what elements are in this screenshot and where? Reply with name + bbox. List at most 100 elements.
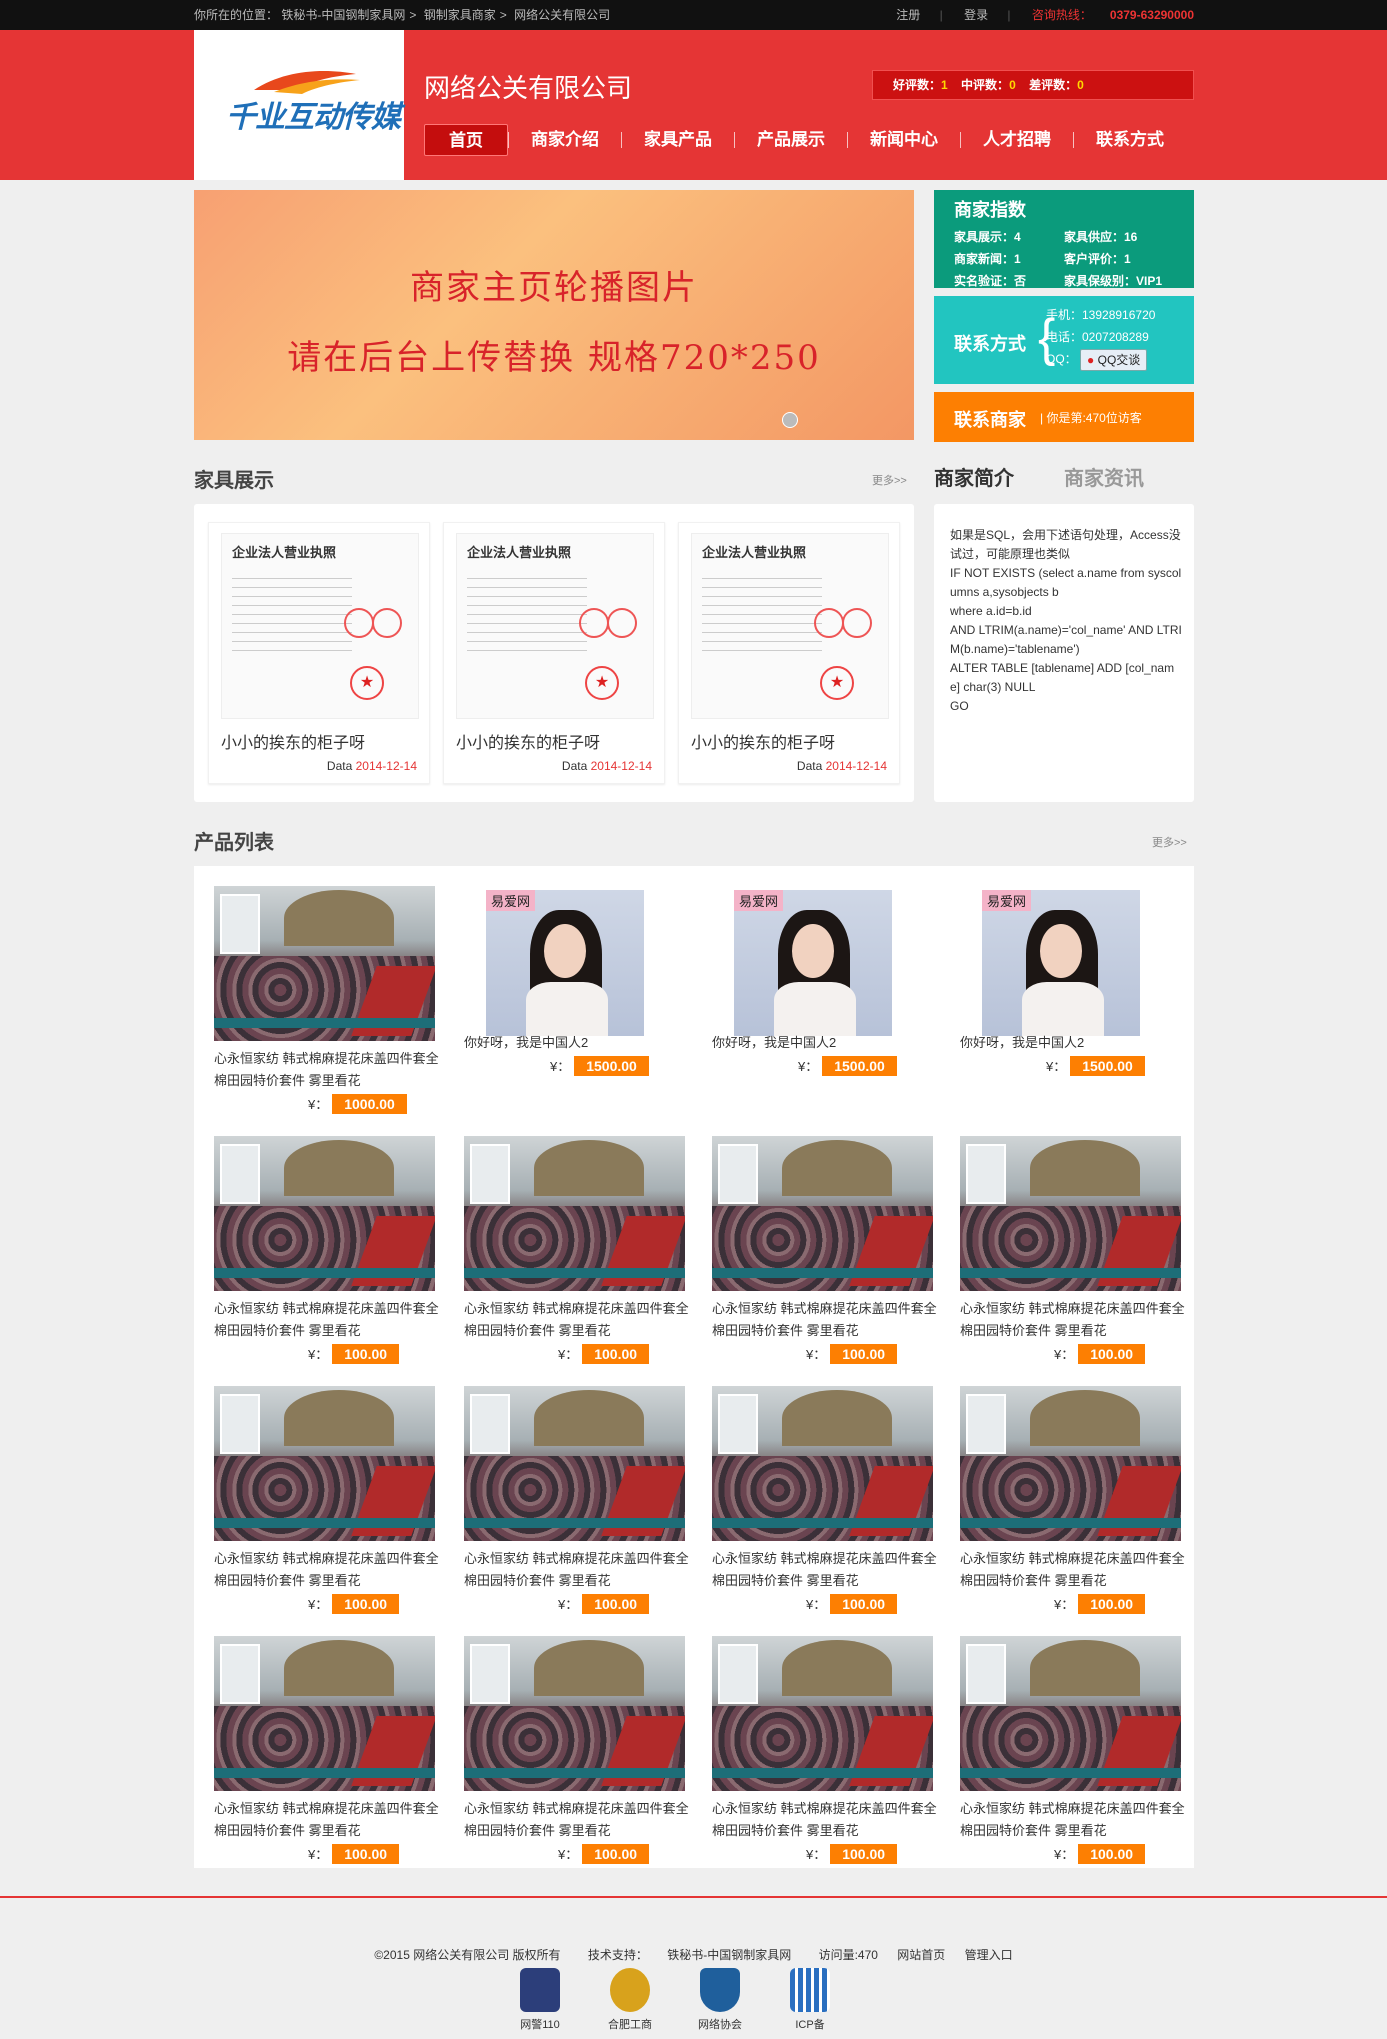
nav-jobs[interactable]: 人才招聘	[961, 124, 1073, 156]
mid-rating-label: 中评数：	[961, 78, 1010, 92]
tab-news[interactable]: 商家资讯	[1064, 462, 1144, 491]
register-link[interactable]: 注册	[896, 8, 920, 22]
product-card[interactable]: 心永恒家纺 韩式棉麻提花床盖四件套全棉田园特价套件 雾里看花 ¥： 100.00	[194, 1116, 439, 1364]
product-name[interactable]: 心永恒家纺 韩式棉麻提花床盖四件套全棉田园特价套件 雾里看花	[712, 1298, 948, 1342]
nav-home[interactable]: 首页	[424, 124, 508, 156]
product-name[interactable]: 你好呀，我是中国人2	[464, 1032, 700, 1054]
product-image[interactable]	[214, 1386, 435, 1541]
furniture-card[interactable]: 企业法人营业执照 ★ 小小的挨东的柜子呀 Data 2014-12-14	[678, 522, 900, 784]
login-link[interactable]: 登录	[964, 8, 988, 22]
product-name[interactable]: 心永恒家纺 韩式棉麻提花床盖四件套全棉田园特价套件 雾里看花	[960, 1548, 1196, 1592]
product-price: 100.00	[332, 1594, 400, 1614]
product-name[interactable]: 心永恒家纺 韩式棉麻提花床盖四件套全棉田园特价套件 雾里看花	[214, 1548, 450, 1592]
product-card[interactable]: 心永恒家纺 韩式棉麻提花床盖四件套全棉田园特价套件 雾里看花 ¥： 1000.00	[194, 866, 439, 1114]
license-image: 企业法人营业执照 ★	[221, 533, 419, 719]
product-image[interactable]: 易爱网	[982, 890, 1140, 1036]
furniture-date: 2014-12-14	[590, 759, 652, 773]
product-card[interactable]: 心永恒家纺 韩式棉麻提花床盖四件套全棉田园特价套件 雾里看花 ¥： 100.00	[194, 1366, 439, 1614]
product-price-row: ¥： 1000.00	[308, 1094, 407, 1114]
product-card[interactable]: 心永恒家纺 韩式棉麻提花床盖四件套全棉田园特价套件 雾里看花 ¥： 100.00	[194, 1616, 439, 1864]
carousel-dot[interactable]	[782, 412, 798, 428]
product-image[interactable]	[214, 1136, 435, 1291]
product-image[interactable]	[712, 1136, 933, 1291]
nav-furniture[interactable]: 家具产品	[622, 124, 734, 156]
product-price: 100.00	[830, 1344, 898, 1364]
license-image: 企业法人营业执照 ★	[456, 533, 654, 719]
stat-cell: 家具供应：16	[1064, 230, 1138, 244]
product-card[interactable]: 心永恒家纺 韩式棉麻提花床盖四件套全棉田园特价套件 雾里看花 ¥： 100.00	[940, 1366, 1185, 1614]
bad-rating-label: 差评数：	[1029, 78, 1078, 92]
product-card[interactable]: 心永恒家纺 韩式棉麻提花床盖四件套全棉田园特价套件 雾里看花 ¥： 100.00	[692, 1616, 937, 1864]
furniture-more-link[interactable]: 更多>>	[872, 472, 907, 488]
product-card[interactable]: 易爱网 你好呀，我是中国人2 ¥： 1500.00	[444, 866, 676, 1106]
nav-contact[interactable]: 联系方式	[1074, 124, 1186, 156]
logo[interactable]: 千业互动传媒	[194, 30, 404, 180]
product-image[interactable]	[214, 886, 435, 1041]
commerce-badge[interactable]: 合肥工商	[600, 1968, 660, 2032]
banner-carousel[interactable]: 商家主页轮播图片 请在后台上传替换 规格720*250	[194, 190, 914, 440]
product-image[interactable]	[960, 1136, 1181, 1291]
product-card[interactable]: 易爱网 你好呀，我是中国人2 ¥： 1500.00	[692, 866, 924, 1106]
product-name[interactable]: 心永恒家纺 韩式棉麻提花床盖四件套全棉田园特价套件 雾里看花	[960, 1298, 1196, 1342]
product-image[interactable]	[214, 1636, 435, 1791]
product-name[interactable]: 心永恒家纺 韩式棉麻提花床盖四件套全棉田园特价套件 雾里看花	[712, 1798, 948, 1842]
product-name[interactable]: 心永恒家纺 韩式棉麻提花床盖四件套全棉田园特价套件 雾里看花	[712, 1548, 948, 1592]
image-watermark-tag: 易爱网	[982, 890, 1032, 911]
product-name[interactable]: 心永恒家纺 韩式棉麻提花床盖四件套全棉田园特价套件 雾里看花	[960, 1798, 1196, 1842]
product-card[interactable]: 心永恒家纺 韩式棉麻提花床盖四件套全棉田园特价套件 雾里看花 ¥： 100.00	[940, 1116, 1185, 1364]
breadcrumb-category[interactable]: 钢制家具商家	[424, 8, 496, 22]
products-more-link[interactable]: 更多>>	[1152, 834, 1187, 850]
good-rating-count: 1	[941, 78, 948, 92]
product-image[interactable]: 易爱网	[486, 890, 644, 1036]
association-badge[interactable]: 网络协会	[690, 1968, 750, 2032]
product-price: 100.00	[830, 1594, 898, 1614]
product-image[interactable]: 易爱网	[734, 890, 892, 1036]
product-image[interactable]	[960, 1386, 1181, 1541]
product-card[interactable]: 心永恒家纺 韩式棉麻提花床盖四件套全棉田园特价套件 雾里看花 ¥： 100.00	[692, 1366, 937, 1614]
product-card[interactable]: 心永恒家纺 韩式棉麻提花床盖四件套全棉田园特价套件 雾里看花 ¥： 100.00	[940, 1616, 1185, 1864]
nav-about[interactable]: 商家介绍	[509, 124, 621, 156]
nav-showcase[interactable]: 产品展示	[735, 124, 847, 156]
icp-badge[interactable]: ICP备	[780, 1968, 840, 2032]
product-image[interactable]	[464, 1386, 685, 1541]
product-image[interactable]	[464, 1136, 685, 1291]
breadcrumb-current[interactable]: 网络公关有限公司	[514, 8, 610, 22]
support-link[interactable]: 铁秘书-中国钢制家具网	[667, 1948, 791, 1962]
product-image[interactable]	[712, 1386, 933, 1541]
police-badge[interactable]: 网警110	[510, 1968, 570, 2032]
admin-link[interactable]: 管理入口	[965, 1948, 1013, 1962]
product-name[interactable]: 你好呀，我是中国人2	[960, 1032, 1196, 1054]
product-name[interactable]: 心永恒家纺 韩式棉麻提花床盖四件套全棉田园特价套件 雾里看花	[464, 1798, 700, 1842]
breadcrumb-site[interactable]: 铁秘书-中国钢制家具网	[281, 8, 405, 22]
product-name[interactable]: 心永恒家纺 韩式棉麻提花床盖四件套全棉田园特价套件 雾里看花	[214, 1048, 450, 1092]
stat-cell: 商家新闻：1	[954, 252, 1021, 266]
rating-summary: 好评数：1 中评数：0 差评数：0	[872, 70, 1194, 100]
product-card[interactable]: 心永恒家纺 韩式棉麻提花床盖四件套全棉田园特价套件 雾里看花 ¥： 100.00	[692, 1116, 937, 1364]
product-name[interactable]: 心永恒家纺 韩式棉麻提花床盖四件套全棉田园特价套件 雾里看花	[214, 1298, 450, 1342]
contact-merchant-button[interactable]: 联系商家 | 你是第:470位访客	[934, 392, 1194, 442]
product-image[interactable]	[464, 1636, 685, 1791]
product-image[interactable]	[960, 1636, 1181, 1791]
product-card[interactable]: 易爱网 你好呀，我是中国人2 ¥： 1500.00	[940, 866, 1172, 1106]
icp-icon	[790, 1968, 830, 2012]
product-card[interactable]: 心永恒家纺 韩式棉麻提花床盖四件套全棉田园特价套件 雾里看花 ¥： 100.00	[444, 1116, 689, 1364]
product-name[interactable]: 心永恒家纺 韩式棉麻提花床盖四件套全棉田园特价套件 雾里看花	[214, 1798, 450, 1842]
furniture-card[interactable]: 企业法人营业执照 ★ 小小的挨东的柜子呀 Data 2014-12-14	[443, 522, 665, 784]
product-image[interactable]	[712, 1636, 933, 1791]
product-card[interactable]: 心永恒家纺 韩式棉麻提花床盖四件套全棉田园特价套件 雾里看花 ¥： 100.00	[444, 1616, 689, 1864]
furniture-name[interactable]: 小小的挨东的柜子呀	[691, 729, 835, 753]
furniture-card[interactable]: 企业法人营业执照 ★ 小小的挨东的柜子呀 Data 2014-12-14	[208, 522, 430, 784]
furniture-name[interactable]: 小小的挨东的柜子呀	[456, 729, 600, 753]
nav-news[interactable]: 新闻中心	[848, 124, 960, 156]
product-card[interactable]: 心永恒家纺 韩式棉麻提花床盖四件套全棉田园特价套件 雾里看花 ¥： 100.00	[444, 1366, 689, 1614]
product-name[interactable]: 心永恒家纺 韩式棉麻提花床盖四件套全棉田园特价套件 雾里看花	[464, 1548, 700, 1592]
product-price: 100.00	[1078, 1594, 1146, 1614]
home-link[interactable]: 网站首页	[897, 1948, 945, 1962]
tab-intro[interactable]: 商家简介	[934, 462, 1014, 491]
furniture-name[interactable]: 小小的挨东的柜子呀	[221, 729, 365, 753]
product-name[interactable]: 心永恒家纺 韩式棉麻提花床盖四件套全棉田园特价套件 雾里看花	[464, 1298, 700, 1342]
contact-phone: 电话：0207208289	[1046, 330, 1149, 344]
association-shield-icon	[700, 1968, 740, 2012]
product-name[interactable]: 你好呀，我是中国人2	[712, 1032, 948, 1054]
qq-chat-button[interactable]: ● QQ交谈	[1080, 348, 1148, 371]
